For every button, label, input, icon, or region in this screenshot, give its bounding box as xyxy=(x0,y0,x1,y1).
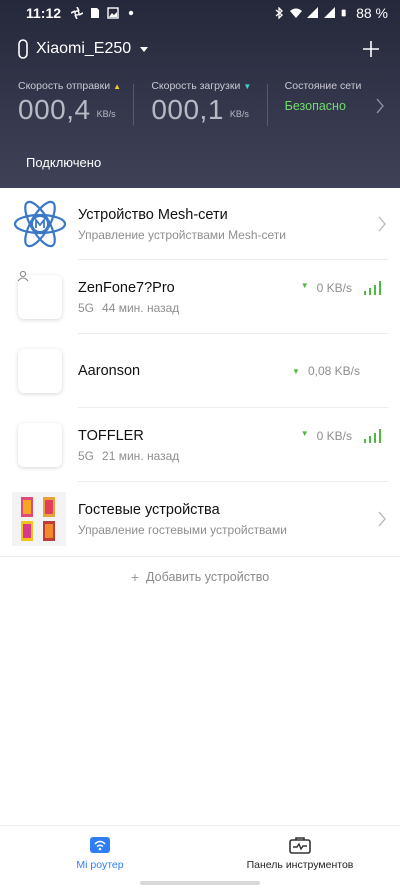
guest-devices-title: Гостевые устройства xyxy=(78,501,220,518)
bluetooth-icon xyxy=(275,7,284,19)
upload-speed-label: Скорость отправки xyxy=(18,80,111,92)
notification-icons xyxy=(71,7,137,19)
router-icon xyxy=(18,39,28,59)
dot-icon xyxy=(128,10,134,16)
image-icon xyxy=(107,7,119,19)
guest-devices-subtitle: Управление гостевыми устройствами xyxy=(78,522,287,537)
wifi-icon xyxy=(290,8,303,18)
download-arrow-icon: ▼ xyxy=(300,281,309,290)
bottom-navigation: Mi роутер Панель инструментов xyxy=(0,825,400,889)
mesh-title: Устройство Mesh-сети xyxy=(78,206,228,223)
system-icons: 88 % xyxy=(273,5,388,21)
tab-mi-router-label: Mi роутер xyxy=(76,859,124,871)
download-arrow-icon: ▼ xyxy=(300,429,309,438)
status-bar: 11:12 88 % xyxy=(0,0,400,26)
signal-strength-icon xyxy=(364,429,381,443)
mesh-atom-icon xyxy=(13,200,67,248)
signal-2-icon xyxy=(324,7,336,18)
upload-speed-unit: KB/s xyxy=(96,109,116,119)
toolbox-icon xyxy=(289,837,311,854)
download-speed-stat: Скорость загрузки ▼ 000,1 KB/s xyxy=(133,80,266,130)
device-item-zenfone[interactable]: ZenFone7?Pro 5G 44 мин. назад ▼ 0 KB/s xyxy=(0,260,400,334)
download-arrow-icon: ▼ xyxy=(292,366,300,376)
device-item-aaronson[interactable]: Aaronson ▼ 0,08 KB/s xyxy=(0,334,400,408)
battery-level: 88 % xyxy=(356,5,388,21)
upload-speed-value: 000,4 xyxy=(18,94,91,125)
guest-devices-icon xyxy=(12,492,66,546)
device-thumbnail xyxy=(18,423,62,467)
device-last-seen: 21 мин. назад xyxy=(102,448,180,463)
upload-arrow-icon: ▲ xyxy=(113,82,122,91)
download-speed-unit: KB/s xyxy=(229,109,249,119)
tab-mi-router[interactable]: Mi роутер xyxy=(0,826,200,889)
device-speed: 0 KB/s xyxy=(316,281,352,295)
plus-icon xyxy=(363,41,379,57)
status-time: 11:12 xyxy=(26,5,62,21)
download-speed-label: Скорость загрузки xyxy=(151,80,241,92)
tab-toolbox[interactable]: Панель инструментов xyxy=(200,826,400,889)
router-name[interactable]: Xiaomi_E250 xyxy=(36,40,131,58)
device-speed: 0,08 KB/s xyxy=(307,364,360,378)
upload-speed-stat: Скорость отправки ▲ 000,4 KB/s xyxy=(0,80,133,130)
gesture-bar xyxy=(140,881,260,885)
add-button[interactable] xyxy=(360,38,382,60)
plus-icon: + xyxy=(130,568,140,585)
router-selector-row: Xiaomi_E250 xyxy=(18,38,382,60)
guest-devices-item[interactable]: Гостевые устройства Управление гостевыми… xyxy=(0,482,400,556)
connected-section-label: Подключено xyxy=(26,155,102,170)
device-item-toffler[interactable]: TOFFLER 5G 21 мин. назад ▼ 0 KB/s xyxy=(0,408,400,482)
router-wifi-icon xyxy=(90,837,110,853)
chevron-right-icon xyxy=(378,511,386,527)
signal-icon xyxy=(307,7,319,18)
network-status-stat[interactable]: Состояние сети Безопасно xyxy=(266,80,400,130)
network-status-value: Безопасно xyxy=(284,99,346,113)
signal-strength-icon xyxy=(364,281,381,295)
file-icon xyxy=(91,8,100,18)
device-thumbnail xyxy=(17,270,62,319)
header: 11:12 88 % Xiaomi_E250 Скорость отправки… xyxy=(0,0,400,188)
device-last-seen: 44 мин. назад xyxy=(102,300,180,315)
network-stats: Скорость отправки ▲ 000,4 KB/s Скорость з… xyxy=(0,80,400,130)
mesh-device-item[interactable]: Устройство Mesh-сети Управление устройст… xyxy=(0,188,400,260)
add-device-label: Добавить устройство xyxy=(146,569,270,584)
chevron-right-icon xyxy=(378,216,386,232)
fan-icon xyxy=(71,7,84,19)
device-speed: 0 KB/s xyxy=(316,429,352,443)
device-band: 5G xyxy=(78,300,95,315)
chevron-right-icon xyxy=(376,98,384,114)
device-band: 5G xyxy=(78,448,95,463)
add-device-button[interactable]: + Добавить устройство xyxy=(0,556,400,596)
dropdown-caret-icon[interactable] xyxy=(137,44,151,54)
mesh-subtitle: Управление устройствами Mesh-сети xyxy=(78,227,286,242)
download-arrow-icon: ▼ xyxy=(243,82,252,91)
battery-icon xyxy=(341,9,346,17)
tab-toolbox-label: Панель инструментов xyxy=(246,859,354,871)
user-icon xyxy=(17,270,29,282)
download-speed-value: 000,1 xyxy=(151,94,224,125)
network-status-label: Состояние сети xyxy=(284,80,362,92)
device-thumbnail xyxy=(18,349,62,393)
device-list: Устройство Mesh-сети Управление устройст… xyxy=(0,188,400,596)
